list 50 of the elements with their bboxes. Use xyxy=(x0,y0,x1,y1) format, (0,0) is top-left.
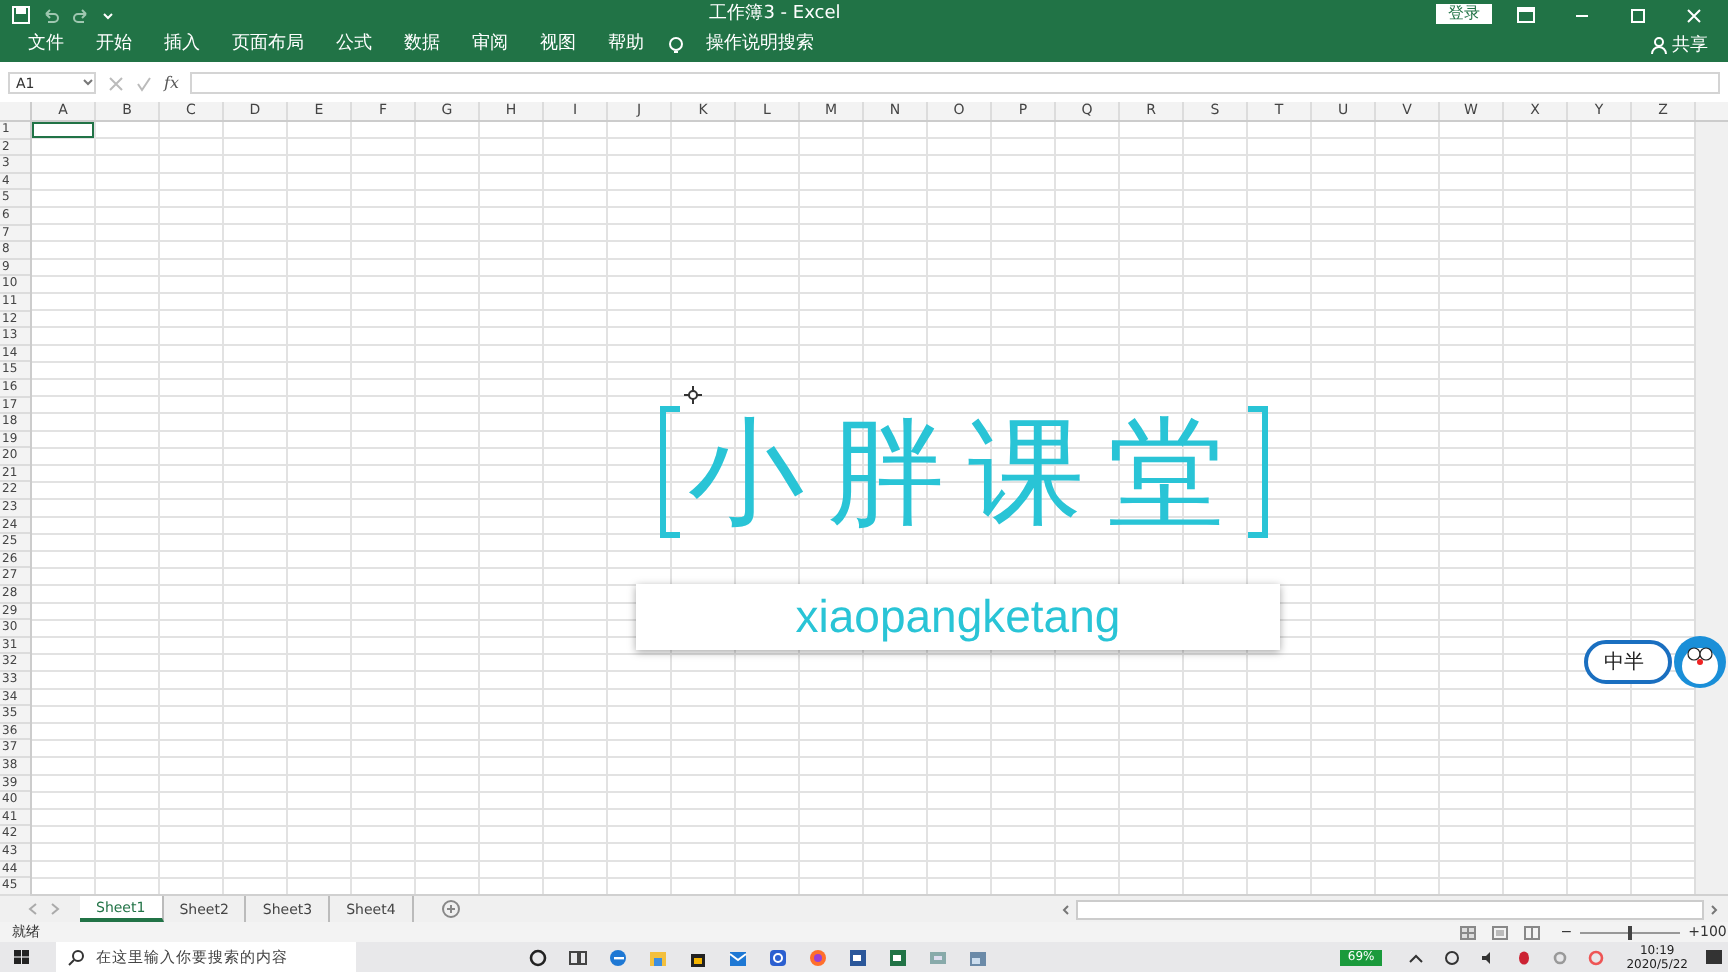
horizontal-scrollbar[interactable] xyxy=(1076,899,1704,919)
ribbon-tab[interactable]: 开始 xyxy=(80,28,148,62)
tell-me-search[interactable]: 操作说明搜索 xyxy=(690,28,830,62)
caret-icon[interactable] xyxy=(82,74,94,90)
cortana-icon[interactable] xyxy=(527,947,548,967)
formula-input[interactable] xyxy=(190,72,1720,94)
ime-mode-text: 中半 xyxy=(1604,649,1644,676)
chat-app-icon[interactable] xyxy=(767,947,788,967)
selected-cell[interactable] xyxy=(31,122,94,138)
page-break-icon[interactable] xyxy=(1524,925,1541,939)
zoom-slider-thumb[interactable] xyxy=(1628,925,1633,939)
ribbon-tab[interactable]: 公式 xyxy=(320,28,388,62)
bracket-left xyxy=(659,406,680,538)
scroll-right-icon[interactable] xyxy=(1708,901,1720,917)
ribbon-tab[interactable]: 数据 xyxy=(388,28,456,62)
check-icon[interactable] xyxy=(136,75,152,91)
tray-expand-icon[interactable] xyxy=(1408,949,1425,965)
move-cursor-icon xyxy=(683,386,702,404)
search-icon[interactable] xyxy=(68,949,84,965)
task-view-icon[interactable] xyxy=(567,947,588,967)
ribbon-tab[interactable]: 页面布局 xyxy=(216,28,320,62)
spreadsheet-icon[interactable] xyxy=(887,947,908,967)
ribbon-tab[interactable]: 文件 xyxy=(12,28,80,62)
ime-status-bubble[interactable]: 中半 xyxy=(1584,640,1672,684)
logo-title: 小胖课堂 xyxy=(685,402,1248,542)
save-icon[interactable] xyxy=(12,5,30,23)
sign-in-button[interactable]: 登录 xyxy=(1436,4,1492,24)
ribbon-tab[interactable]: 审阅 xyxy=(456,28,524,62)
cartoon-cat-icon[interactable] xyxy=(1672,634,1728,690)
page-layout-icon[interactable] xyxy=(1492,925,1509,939)
folder-icon[interactable] xyxy=(647,947,668,967)
ribbon-tab[interactable]: 视图 xyxy=(524,28,592,62)
add-sheet-icon[interactable] xyxy=(441,900,460,918)
bracket-right xyxy=(1247,406,1268,538)
browser-icon[interactable] xyxy=(607,947,628,967)
person-icon[interactable] xyxy=(1650,36,1668,54)
normal-view-icon[interactable] xyxy=(1460,925,1477,939)
share-button[interactable]: 共享 xyxy=(1672,32,1708,58)
lightbulb-icon[interactable] xyxy=(668,35,684,55)
logo-subtitle: xiaopangketang xyxy=(635,584,1280,650)
ribbon-tab[interactable]: 帮助 xyxy=(592,28,660,62)
insert-function-button[interactable]: fx xyxy=(164,74,179,92)
undo-icon[interactable] xyxy=(42,5,60,23)
word-document-icon[interactable] xyxy=(847,947,868,967)
vertical-scrollbar[interactable] xyxy=(1694,122,1728,894)
mail-icon[interactable] xyxy=(727,947,748,967)
scroll-left-icon[interactable] xyxy=(1060,901,1072,917)
window-title: 工作簿3 - Excel xyxy=(707,1,843,28)
redo-icon[interactable] xyxy=(72,5,90,23)
ribbon-tab[interactable]: 插入 xyxy=(148,28,216,62)
